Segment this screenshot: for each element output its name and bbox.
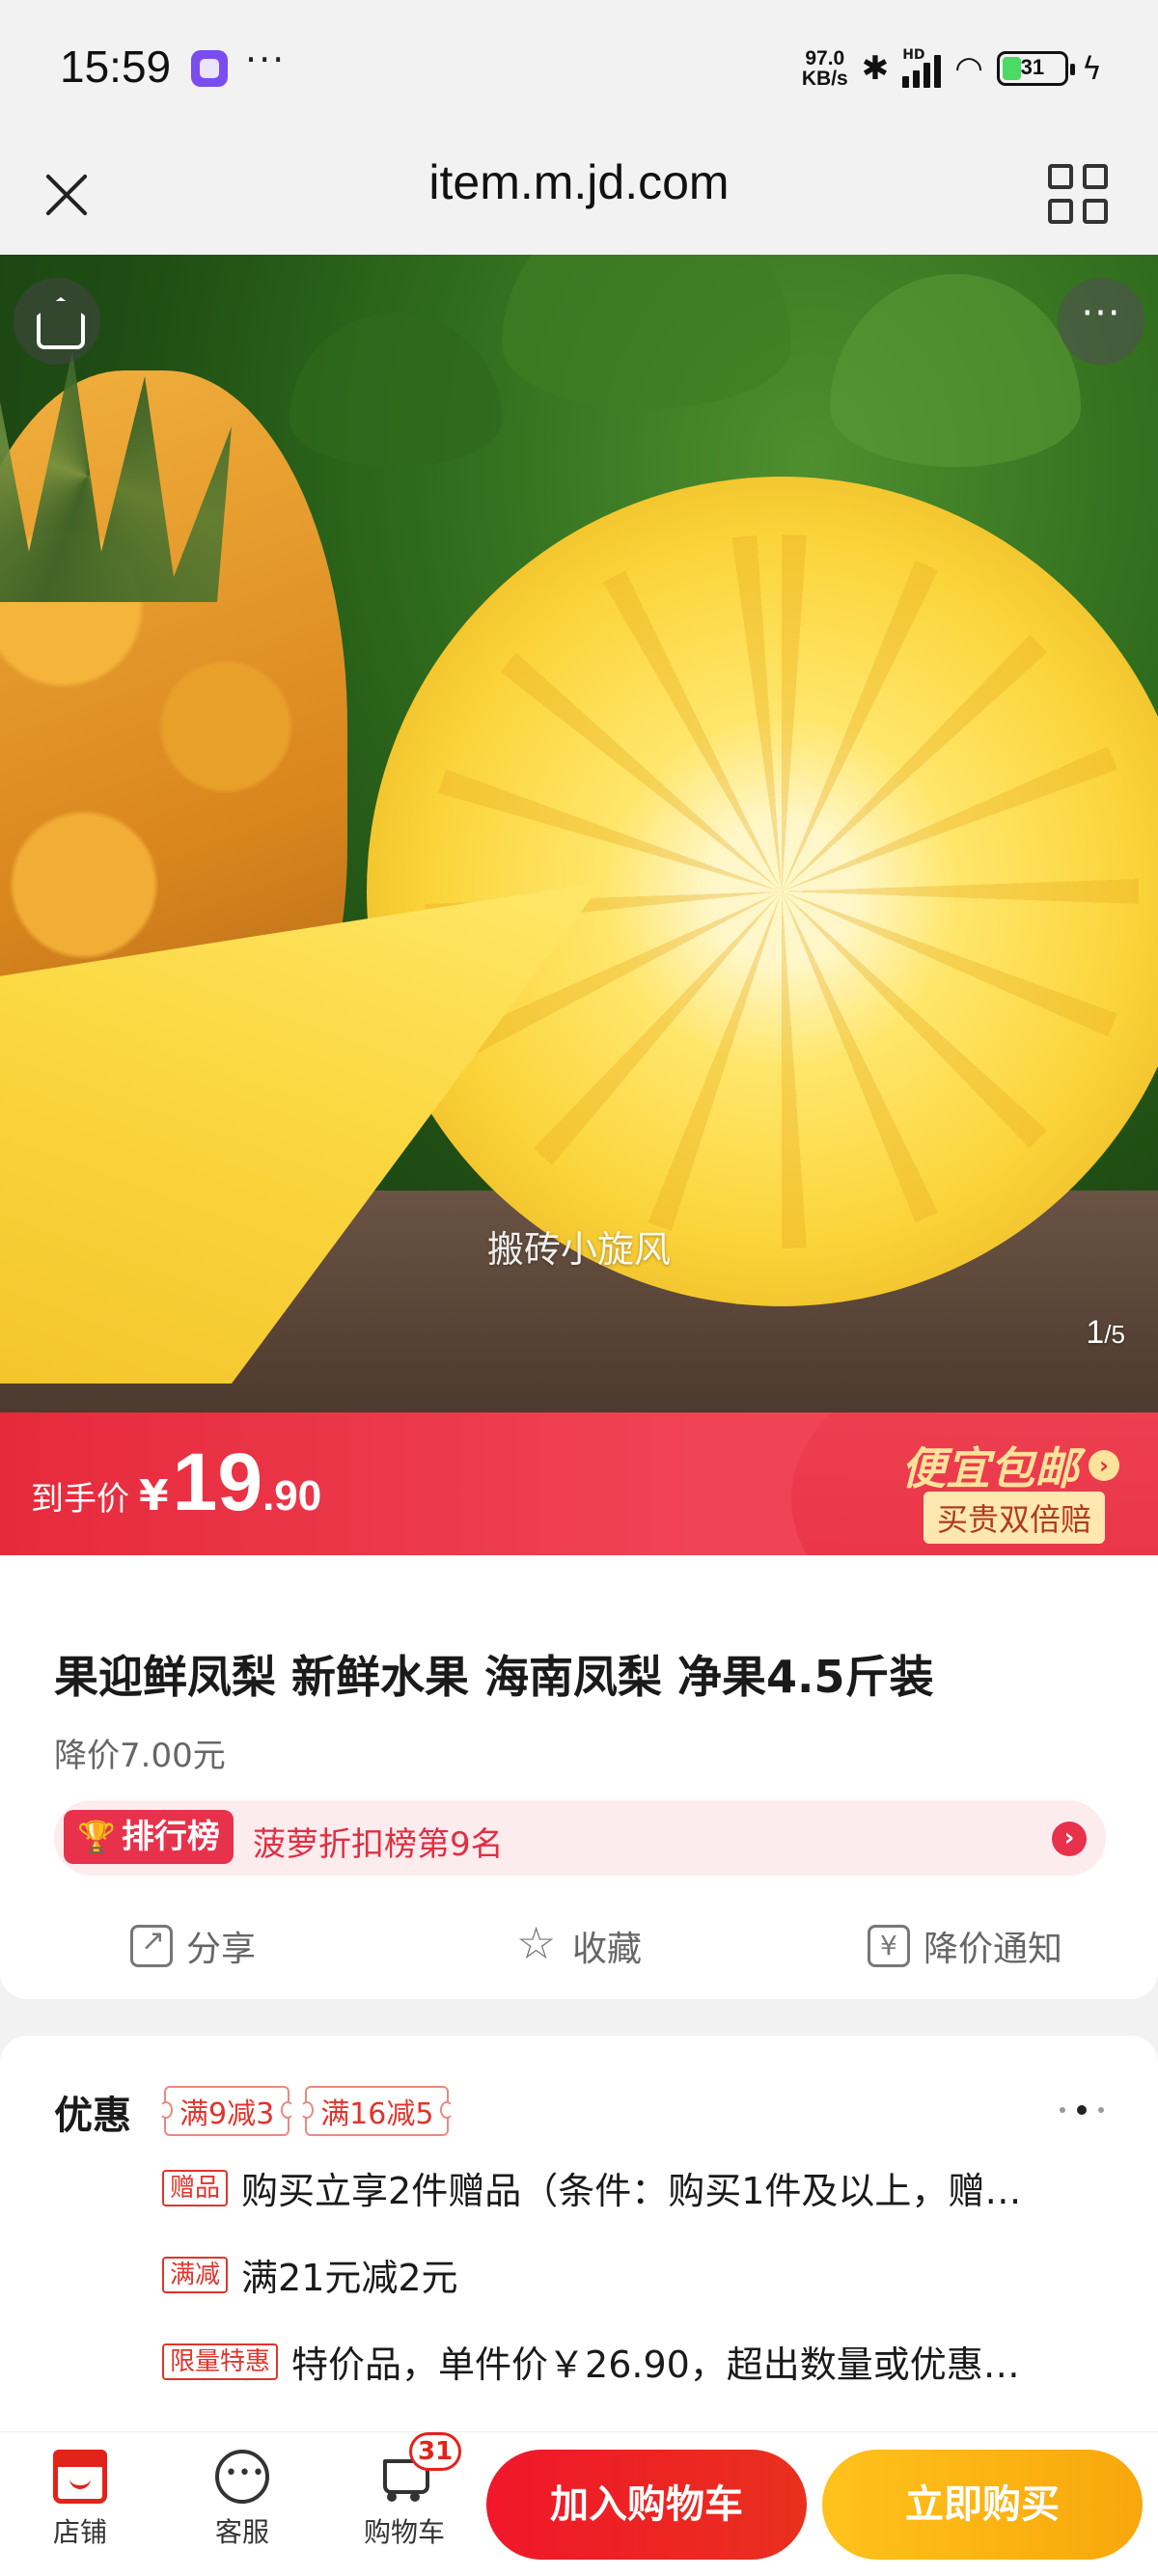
grid-menu-icon[interactable] [1048,164,1110,226]
chevron-right-icon: › [1052,1822,1087,1856]
image-counter: 1/5 [1086,1314,1125,1352]
promo-row-limited[interactable]: 限量特惠 特价品，单件价￥26.90，超出数量或优惠… [162,2335,1079,2388]
bluetooth-icon: ✱ [861,49,890,88]
battery-icon: 31 [996,51,1075,86]
image-counter-separator: / [1104,1320,1112,1349]
product-image-gallery[interactable]: ··· 搬砖小旋风 1/5 [0,255,1158,1412]
status-bar: 15:59 ··· 97.0 KB/s ✱ HD ◠ 31 ϟ [0,0,1158,135]
signal-icon: HD [902,47,942,88]
ranking-badge: 🏆 排行榜 [64,1810,234,1864]
coupon-tag[interactable]: 满9减3 [158,2086,295,2136]
network-speed: 97.0 KB/s [802,48,848,89]
trophy-icon: 🏆 [77,1819,116,1855]
product-info-card: 果迎鲜凤梨 新鲜水果 海南凤梨 净果4.5斤装 降价7.00元 🏆 排行榜 菠萝… [0,1555,1158,1999]
promo-tag: 限量特惠 [162,2343,279,2380]
final-price: 到手价 ¥ 19 .90 [31,1441,321,1522]
buy-now-button[interactable]: 立即购买 [822,2450,1143,2560]
price-decimal: .90 [262,1472,322,1520]
promo-row-discount[interactable]: 满减 满21元减2元 [162,2248,1079,2301]
share-label: 分享 [185,1930,256,1969]
more-dots-icon: ··· [245,39,287,81]
network-speed-value: 97.0 [805,47,845,69]
favorite-button[interactable]: 收藏 [386,1903,772,1989]
ranking-bar[interactable]: 🏆 排行榜 菠萝折扣榜第9名 › [54,1800,1106,1876]
shop-label: 店铺 [52,2516,107,2548]
customer-service-button[interactable]: 客服 [189,2450,295,2550]
price-guarantee-badge: 买贵双倍赔 [923,1492,1105,1544]
cart-count-badge: 31 [409,2432,462,2471]
chevron-right-icon: › [1089,1450,1119,1481]
browser-header: item.m.jd.com [0,135,1158,255]
share-button[interactable]: 分享 [0,1903,386,1989]
wifi-icon: ◠ [954,49,983,88]
price-integer: 19 [172,1437,263,1527]
app-notification-icon [191,50,228,87]
status-indicators: 97.0 KB/s ✱ HD ◠ 31 ϟ [802,44,1102,93]
promo-row-gift[interactable]: 赠品 购买立享2件赠品（条件：购买1件及以上，赠… [162,2161,1079,2214]
price-label: 到手价 [31,1480,129,1519]
hd-label: HD [902,47,925,63]
price-alert-icon [867,1925,910,1967]
promo-tag: 满减 [162,2256,229,2293]
favorite-label: 收藏 [571,1930,642,1969]
promo-tag: 赠品 [162,2169,229,2206]
network-speed-unit: KB/s [801,68,848,90]
promotions-card[interactable]: 优惠 满9减3 满16减5 赠品 购买立享2件赠品（条件：购买1件及以上，赠… … [0,2036,1158,2441]
free-shipping-title: 便宜包邮 [901,1442,1079,1494]
more-options-icon[interactable]: ··· [1058,278,1144,365]
image-counter-total: 5 [1111,1320,1125,1349]
coupon-list: 满9减3 满16减5 [158,2086,455,2136]
promotions-label: 优惠 [54,2094,131,2138]
promo-text: 购买立享2件赠品（条件：购买1件及以上，赠… [241,2170,1022,2212]
star-icon [516,1917,559,1969]
coupon-tag[interactable]: 满16减5 [300,2086,455,2136]
price-currency: ¥ [139,1471,169,1521]
shop-icon [53,2450,107,2504]
pineapple-slice [367,477,1158,1306]
cart-label: 购物车 [363,2516,445,2548]
status-time: 15:59 [60,41,172,92]
image-counter-current: 1 [1086,1314,1105,1351]
chat-icon [215,2450,269,2504]
price-alert-button[interactable]: 降价通知 [772,1903,1158,1989]
share-icon [129,1924,173,1967]
ranking-text: 菠萝折扣榜第9名 [253,1825,504,1864]
price-alert-label: 降价通知 [923,1930,1062,1969]
more-dots-icon[interactable] [1060,2105,1104,2115]
bottom-action-bar: 店铺 客服 购物车 31 加入购物车 立即购买 [0,2431,1158,2576]
price-banner: 到手价 ¥ 19 .90 便宜包邮 › 买贵双倍赔 [0,1412,1158,1555]
product-actions: 分享 收藏 降价通知 [0,1903,1158,1989]
url-text[interactable]: item.m.jd.com [0,154,1158,210]
price-drop-text: 降价7.00元 [54,1737,226,1775]
home-icon[interactable] [14,278,100,365]
ranking-badge-label: 排行榜 [121,1818,220,1856]
customer-service-label: 客服 [214,2516,269,2548]
promo-text: 特价品，单件价￥26.90，超出数量或优惠… [291,2343,1020,2386]
charging-icon: ϟ [1081,50,1102,87]
promo-text: 满21元减2元 [241,2257,458,2299]
free-shipping-promo[interactable]: 便宜包邮 › [901,1434,1119,1497]
product-title: 果迎鲜凤梨 新鲜水果 海南凤梨 净果4.5斤装 [54,1651,934,1703]
shop-button[interactable]: 店铺 [27,2450,133,2550]
add-to-cart-button[interactable]: 加入购物车 [486,2450,807,2560]
image-watermark: 搬砖小旋风 [486,1228,671,1271]
battery-level: 31 [1020,55,1045,79]
